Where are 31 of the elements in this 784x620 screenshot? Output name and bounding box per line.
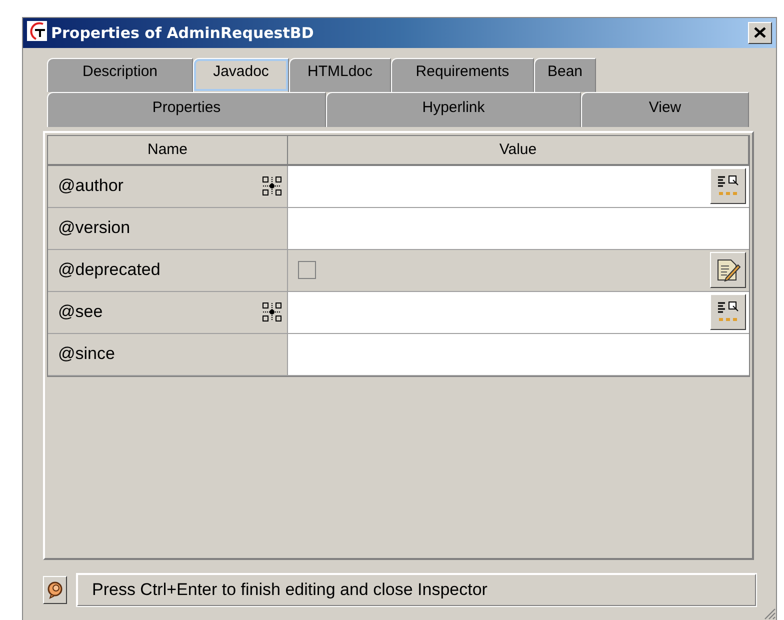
list-editor-button[interactable] xyxy=(710,294,746,330)
resize-grip[interactable] xyxy=(762,606,776,620)
tab[interactable]: Javadoc xyxy=(193,58,289,92)
multi-value-icon xyxy=(261,301,283,324)
tab[interactable]: Hyperlink xyxy=(326,92,581,127)
value-field[interactable] xyxy=(288,208,749,250)
window-title: Properties of AdminRequestBD xyxy=(51,24,315,42)
edit-button[interactable] xyxy=(710,252,746,288)
tab[interactable]: Properties xyxy=(47,92,326,127)
close-button[interactable] xyxy=(748,22,772,44)
close-icon xyxy=(754,27,766,38)
tab[interactable]: Requirements xyxy=(391,58,534,92)
tag-name: @author xyxy=(58,176,124,196)
column-header: Value xyxy=(288,136,749,166)
checkbox[interactable] xyxy=(298,261,316,280)
tab[interactable]: Description xyxy=(47,58,193,92)
tag-name: @since xyxy=(58,344,115,364)
value-field[interactable] xyxy=(288,292,749,334)
column-header: Name xyxy=(48,136,288,166)
status-message: Press Ctrl+Enter to finish editing and close Inspector xyxy=(77,574,756,606)
multi-value-icon xyxy=(261,175,283,198)
tab[interactable]: Bean xyxy=(534,58,596,92)
tag-name: @version xyxy=(58,218,130,238)
tag-name: @see xyxy=(58,302,103,322)
list-editor-button[interactable] xyxy=(710,168,746,204)
tag-name: @deprecated xyxy=(58,260,160,280)
tab[interactable]: View xyxy=(581,92,749,127)
value-field[interactable] xyxy=(288,334,749,376)
tab[interactable]: HTMLdoc xyxy=(289,58,391,92)
status-icon-button[interactable] xyxy=(43,576,67,604)
value-field[interactable] xyxy=(288,166,749,208)
